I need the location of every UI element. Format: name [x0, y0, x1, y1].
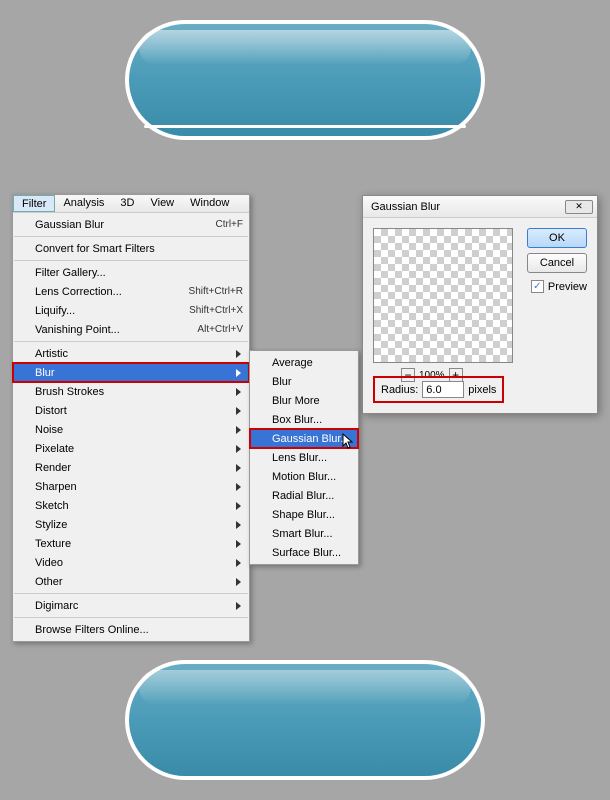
dialog-title: Gaussian Blur [371, 201, 440, 213]
menu-stylize[interactable]: Stylize [13, 515, 249, 534]
menu-blur[interactable]: Blur [13, 363, 249, 382]
submenu-blur-more[interactable]: Blur More [250, 391, 358, 410]
submenu-shape-blur[interactable]: Shape Blur... [250, 505, 358, 524]
submenu-box-blur[interactable]: Box Blur... [250, 410, 358, 429]
radius-input[interactable] [422, 381, 464, 398]
menu-sketch[interactable]: Sketch [13, 496, 249, 515]
menu-brush-strokes[interactable]: Brush Strokes [13, 382, 249, 401]
menubar-filter[interactable]: Filter [13, 195, 55, 212]
menu-body: Gaussian BlurCtrl+F Convert for Smart Fi… [13, 213, 249, 641]
glossy-pill-button-bottom [125, 660, 485, 780]
preview-label: Preview [548, 281, 587, 293]
menu-browse-filters[interactable]: Browse Filters Online... [13, 620, 249, 639]
menu-digimarc[interactable]: Digimarc [13, 596, 249, 615]
menubar-3d[interactable]: 3D [112, 195, 142, 212]
menu-pixelate[interactable]: Pixelate [13, 439, 249, 458]
menu-vanishing-point[interactable]: Vanishing Point...Alt+Ctrl+V [13, 320, 249, 339]
radius-label: Radius: [381, 384, 418, 396]
submenu-radial-blur[interactable]: Radial Blur... [250, 486, 358, 505]
menu-gaussian-blur-last[interactable]: Gaussian BlurCtrl+F [13, 215, 249, 234]
close-button[interactable]: ✕ [565, 200, 593, 214]
separator [14, 236, 248, 237]
dialog-titlebar[interactable]: Gaussian Blur ✕ [363, 196, 597, 218]
submenu-motion-blur[interactable]: Motion Blur... [250, 467, 358, 486]
preview-area[interactable] [373, 228, 513, 363]
submenu-blur[interactable]: Blur [250, 372, 358, 391]
menubar-analysis[interactable]: Analysis [55, 195, 112, 212]
menu-other[interactable]: Other [13, 572, 249, 591]
submenu-surface-blur[interactable]: Surface Blur... [250, 543, 358, 562]
menubar-window[interactable]: Window [182, 195, 237, 212]
radius-row: Radius: pixels [373, 376, 504, 403]
menu-filter-gallery[interactable]: Filter Gallery... [13, 263, 249, 282]
submenu-average[interactable]: Average [250, 353, 358, 372]
radius-unit: pixels [468, 384, 496, 396]
separator [14, 341, 248, 342]
menu-distort[interactable]: Distort [13, 401, 249, 420]
menu-liquify[interactable]: Liquify...Shift+Ctrl+X [13, 301, 249, 320]
menu-sharpen[interactable]: Sharpen [13, 477, 249, 496]
submenu-lens-blur[interactable]: Lens Blur... [250, 448, 358, 467]
preview-checkbox-row: ✓ Preview [531, 280, 587, 293]
close-icon: ✕ [575, 201, 583, 212]
separator [14, 593, 248, 594]
dialog-body: OK Cancel ✓ Preview − 100% + Radius: pix… [363, 218, 597, 413]
glossy-pill-button-top [125, 20, 485, 140]
menu-texture[interactable]: Texture [13, 534, 249, 553]
separator [14, 260, 248, 261]
menu-noise[interactable]: Noise [13, 420, 249, 439]
menu-lens-correction[interactable]: Lens Correction...Shift+Ctrl+R [13, 282, 249, 301]
blur-submenu: Average Blur Blur More Box Blur... Gauss… [249, 350, 359, 565]
submenu-smart-blur[interactable]: Smart Blur... [250, 524, 358, 543]
cancel-button[interactable]: Cancel [527, 253, 587, 273]
menu-video[interactable]: Video [13, 553, 249, 572]
menu-convert-smart-filters[interactable]: Convert for Smart Filters [13, 239, 249, 258]
ok-button[interactable]: OK [527, 228, 587, 248]
preview-checkbox[interactable]: ✓ [531, 280, 544, 293]
menu-artistic[interactable]: Artistic [13, 344, 249, 363]
menu-render[interactable]: Render [13, 458, 249, 477]
filter-menu: Filter Analysis 3D View Window Gaussian … [12, 194, 250, 642]
separator [14, 617, 248, 618]
menubar-view[interactable]: View [142, 195, 182, 212]
menubar: Filter Analysis 3D View Window [13, 195, 249, 213]
gaussian-blur-dialog: Gaussian Blur ✕ OK Cancel ✓ Preview − 10… [362, 195, 598, 414]
submenu-gaussian-blur[interactable]: Gaussian Blur... [250, 429, 358, 448]
